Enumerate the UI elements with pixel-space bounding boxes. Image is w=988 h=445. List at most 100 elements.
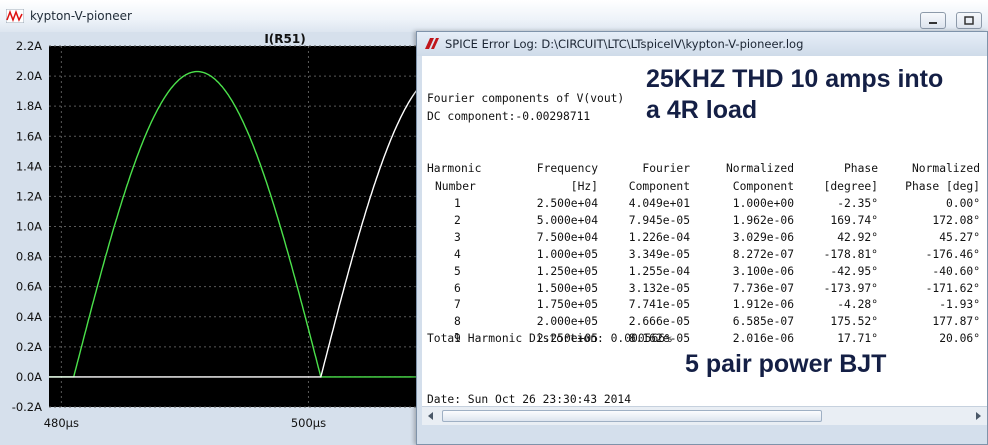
column-header: Number xyxy=(435,180,476,193)
table-cell: 45.27° xyxy=(939,230,980,244)
maximize-icon xyxy=(964,16,974,25)
y-tick-label: 0.2A xyxy=(16,340,42,354)
table-cell: 1 xyxy=(454,197,461,210)
table-cell: -2.35° xyxy=(837,197,878,210)
table-cell: -42.95° xyxy=(830,264,878,278)
column-header: [Hz] xyxy=(570,180,598,193)
table-cell: 0.00° xyxy=(945,197,980,210)
table-cell: 2.666e-05 xyxy=(628,315,690,329)
column-header: Phase [deg] xyxy=(905,180,980,193)
column-header: Harmonic xyxy=(427,162,482,175)
table-cell: 1.962e-06 xyxy=(732,213,794,227)
table-cell: 2.000e+05 xyxy=(536,315,598,329)
table-cell: 3.029e-06 xyxy=(732,230,794,244)
arrow-left-icon[interactable] xyxy=(424,409,438,423)
plot-window-title: kypton-V-pioneer xyxy=(30,9,132,23)
table-cell: -171.62° xyxy=(925,281,980,295)
table-cell: 175.52° xyxy=(830,315,878,329)
table-cell: 6 xyxy=(454,281,461,295)
table-cell: 2.250e+05 xyxy=(536,332,598,346)
table-cell: 1.912e-06 xyxy=(732,298,794,312)
waveform-icon xyxy=(6,9,24,23)
column-header: Component xyxy=(628,180,690,193)
column-header: Frequency xyxy=(536,162,598,175)
table-cell: 1.000e+00 xyxy=(732,197,794,210)
table-cell: 2.500e+04 xyxy=(536,197,598,210)
column-header: Component xyxy=(732,180,794,193)
table-cell: 42.92° xyxy=(837,230,878,244)
table-cell: 2 xyxy=(454,213,461,227)
table-cell: 4 xyxy=(454,247,461,261)
table-cell: 1.500e+05 xyxy=(536,281,598,295)
y-tick-label: 1.4A xyxy=(16,159,42,173)
table-cell: 7.945e-05 xyxy=(628,213,690,227)
table-cell: -40.60° xyxy=(932,264,980,278)
table-cell: 9 xyxy=(454,332,461,346)
table-cell: 8.272e-07 xyxy=(732,247,794,261)
horizontal-scrollbar[interactable] xyxy=(422,406,987,425)
minimize-icon xyxy=(929,22,937,24)
ltspice-logo-icon xyxy=(425,38,439,49)
table-cell: 6.585e-07 xyxy=(732,315,794,329)
x-tick-label: 500µs xyxy=(291,416,326,430)
table-cell: 1.250e+05 xyxy=(536,264,598,278)
trace-label[interactable]: I(R51) xyxy=(264,32,305,46)
spice-error-log-window: SPICE Error Log: D:\CIRCUIT\LTC\LTspiceI… xyxy=(416,31,988,445)
table-cell: 8 xyxy=(454,315,461,329)
table-cell: 3 xyxy=(454,230,461,244)
date-line: Date: Sun Oct 26 23:30:43 2014 xyxy=(427,393,632,406)
y-tick-label: 1.0A xyxy=(16,220,42,234)
column-header: Normalized xyxy=(911,162,980,175)
y-tick-label: 0.8A xyxy=(16,250,42,264)
table-cell: 1.000e+05 xyxy=(536,247,598,261)
column-header: Fourier xyxy=(642,162,690,175)
table-cell: 3.349e-05 xyxy=(628,247,690,261)
table-cell: -176.46° xyxy=(925,247,980,261)
table-cell: 8.162e-05 xyxy=(628,332,690,346)
y-tick-label: 2.0A xyxy=(16,69,42,83)
table-cell: 17.71° xyxy=(837,332,878,346)
log-text-area[interactable]: Fourier components of V(vout) DC compone… xyxy=(422,56,987,406)
table-cell: 7.736e-07 xyxy=(732,281,794,295)
column-header: Phase xyxy=(843,162,878,175)
y-tick-label: 1.6A xyxy=(16,129,42,143)
minimize-button[interactable] xyxy=(920,12,946,29)
scrollbar-thumb[interactable] xyxy=(442,410,822,422)
table-cell: 1.226e-04 xyxy=(628,230,690,244)
y-tick-label: 1.8A xyxy=(16,99,42,113)
plot-window-titlebar[interactable]: kypton-V-pioneer xyxy=(0,0,988,33)
table-cell: 169.74° xyxy=(830,213,878,227)
table-cell: 4.049e+01 xyxy=(628,197,690,210)
fourier-header: Fourier components of V(vout) xyxy=(427,92,625,105)
maximize-button[interactable] xyxy=(956,12,982,29)
table-cell: 1.255e-04 xyxy=(628,264,690,278)
table-cell: 3.100e-06 xyxy=(732,264,794,278)
dc-component: DC component:-0.00298711 xyxy=(427,110,591,123)
annotation-line-2: a 4R load xyxy=(646,96,758,124)
table-cell: 3.132e-05 xyxy=(628,281,690,295)
log-window-titlebar[interactable]: SPICE Error Log: D:\CIRCUIT\LTC\LTspiceI… xyxy=(417,32,987,56)
table-cell: 5 xyxy=(454,264,461,278)
x-tick-label: 480µs xyxy=(44,416,79,430)
column-header: Normalized xyxy=(725,162,794,175)
arrow-right-icon[interactable] xyxy=(971,409,985,423)
table-cell: -1.93° xyxy=(939,298,980,312)
table-cell: 7.741e-05 xyxy=(628,298,690,312)
table-cell: 5.000e+04 xyxy=(536,213,598,227)
annotation-bottom: 5 pair power BJT xyxy=(685,350,887,378)
table-cell: 7 xyxy=(454,298,461,312)
table-cell: 2.016e-06 xyxy=(732,332,794,346)
table-cell: 172.08° xyxy=(932,213,980,227)
y-tick-label: 0.6A xyxy=(16,280,42,294)
table-cell: 20.06° xyxy=(939,332,980,346)
column-header: [degree] xyxy=(823,180,878,193)
table-cell: 177.87° xyxy=(932,315,980,329)
y-tick-label: -0.2A xyxy=(12,400,42,414)
y-tick-label: 2.2A xyxy=(16,39,42,53)
annotation-line-1: 25KHZ THD 10 amps into xyxy=(646,65,944,93)
table-cell: 7.500e+04 xyxy=(536,230,598,244)
table-cell: 1.750e+05 xyxy=(536,298,598,312)
table-cell: -173.97° xyxy=(823,281,878,295)
table-cell: -178.81° xyxy=(823,247,878,261)
y-tick-label: 0.4A xyxy=(16,310,42,324)
